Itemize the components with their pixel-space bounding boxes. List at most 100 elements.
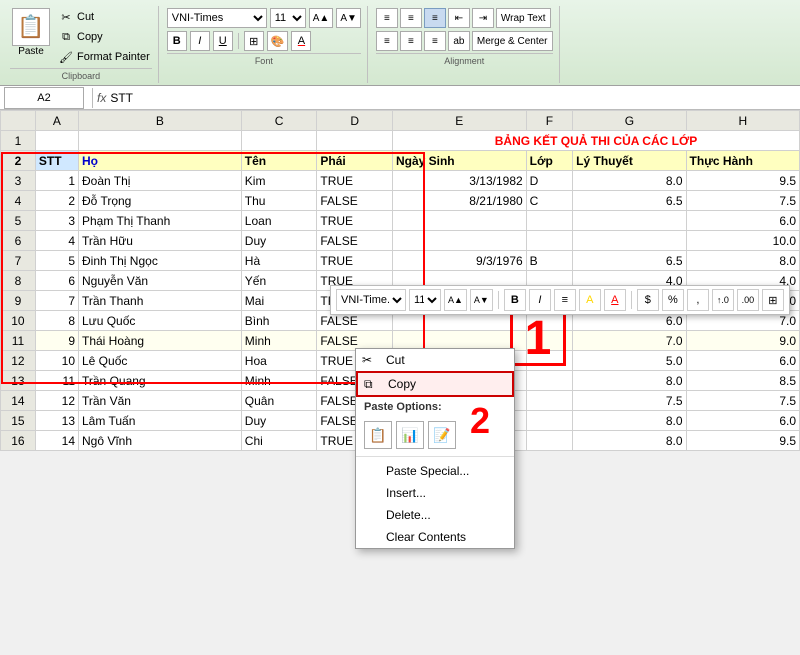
cell-c10[interactable]: Bình [241,311,317,331]
formula-input[interactable]: STT [110,91,800,105]
cell-d5[interactable]: TRUE [317,211,393,231]
cell-a4[interactable]: 2 [35,191,78,211]
cell-f7[interactable]: B [526,251,573,271]
cell-c2[interactable]: Tên [241,151,317,171]
align-top-right-button[interactable]: ≡ [424,8,446,28]
cell-a3[interactable]: 1 [35,171,78,191]
indent-increase-button[interactable]: ⇥ [472,8,494,28]
cell-d1[interactable] [317,131,393,151]
cell-h6[interactable]: 10.0 [686,231,799,251]
cell-c8[interactable]: Yến [241,271,317,291]
cell-b14[interactable]: Trần Văn [79,391,242,411]
col-header-h[interactable]: H [686,111,799,131]
cell-g5[interactable] [573,211,686,231]
cell-a6[interactable]: 4 [35,231,78,251]
mini-dec-decimal-button[interactable]: ↑.0 [712,289,734,311]
mini-font-color-button[interactable]: A [604,289,626,311]
cell-a10[interactable]: 8 [35,311,78,331]
cell-h12[interactable]: 6.0 [686,351,799,371]
cell-c11[interactable]: Minh [241,331,317,351]
cell-e5[interactable] [392,211,526,231]
paste-button[interactable]: 📋 Paste [10,8,52,57]
cell-g16[interactable]: 8.0 [573,431,686,451]
mini-inc-decimal-button[interactable]: .00 [737,289,759,311]
cell-f16[interactable] [526,431,573,451]
cell-a5[interactable]: 3 [35,211,78,231]
cell-f5[interactable] [526,211,573,231]
ctx-copy[interactable]: ⧉ Copy [356,371,514,397]
cell-b12[interactable]: Lê Quốc [79,351,242,371]
cell-g13[interactable]: 8.0 [573,371,686,391]
cell-f3[interactable]: D [526,171,573,191]
cell-h7[interactable]: 8.0 [686,251,799,271]
cell-e4[interactable]: 8/21/1980 [392,191,526,211]
borders-button[interactable]: ⊞ [244,31,264,51]
cell-e6[interactable] [392,231,526,251]
align-top-left-button[interactable]: ≡ [376,8,398,28]
cell-a2[interactable]: STT [35,151,78,171]
cell-b6[interactable]: Trần Hữu [79,231,242,251]
ctx-clear-contents[interactable]: Clear Contents [356,526,514,548]
cell-d7[interactable]: TRUE [317,251,393,271]
ctx-cut[interactable]: ✂ Cut [356,349,514,371]
cell-f6[interactable] [526,231,573,251]
align-center-button[interactable]: ≡ [400,31,422,51]
mini-bold-button[interactable]: B [504,289,526,311]
cell-a16[interactable]: 14 [35,431,78,451]
cell-a7[interactable]: 5 [35,251,78,271]
cell-g7[interactable]: 6.5 [573,251,686,271]
cell-h11[interactable]: 9.0 [686,331,799,351]
cell-f15[interactable] [526,411,573,431]
cell-c1[interactable] [241,131,317,151]
cell-d3[interactable]: TRUE [317,171,393,191]
ctx-insert[interactable]: Insert... [356,482,514,504]
mini-format-button[interactable]: ⊞ [762,289,784,311]
underline-button[interactable]: U [213,31,233,51]
cell-a11[interactable]: 9 [35,331,78,351]
cell-a15[interactable]: 13 [35,411,78,431]
cell-c6[interactable]: Duy [241,231,317,251]
cell-g2[interactable]: Lý Thuyết [573,151,686,171]
cell-h14[interactable]: 7.5 [686,391,799,411]
cell-b10[interactable]: Lưu Quốc [79,311,242,331]
mini-comma-button[interactable]: , [687,289,709,311]
cell-f14[interactable] [526,391,573,411]
cell-g15[interactable]: 8.0 [573,411,686,431]
wrap-text-button[interactable]: Wrap Text [496,8,551,28]
cell-g4[interactable]: 6.5 [573,191,686,211]
cell-b7[interactable]: Đinh Thị Ngọc [79,251,242,271]
cell-h13[interactable]: 8.5 [686,371,799,391]
mini-increase-font[interactable]: A▲ [444,289,467,311]
font-name-select[interactable]: VNI-Times [167,8,267,28]
mini-italic-button[interactable]: I [529,289,551,311]
orient-button[interactable]: ab [448,31,470,51]
mini-decrease-font[interactable]: A▼ [470,289,493,311]
cell-h5[interactable]: 6.0 [686,211,799,231]
cell-h15[interactable]: 6.0 [686,411,799,431]
cell-b13[interactable]: Trần Quang [79,371,242,391]
cell-e2[interactable]: Ngày Sinh [392,151,526,171]
cell-e1-title[interactable]: BẢNG KẾT QUẢ THI CỦA CÁC LỚP [392,131,799,151]
cell-d4[interactable]: FALSE [317,191,393,211]
paste-opt-3[interactable]: 📝 [428,421,456,449]
ctx-delete[interactable]: Delete... [356,504,514,526]
cell-f13[interactable] [526,371,573,391]
cell-g3[interactable]: 8.0 [573,171,686,191]
cell-b5[interactable]: Phạm Thị Thanh [79,211,242,231]
cell-g14[interactable]: 7.5 [573,391,686,411]
increase-font-button[interactable]: A▲ [309,8,334,28]
cell-a12[interactable]: 10 [35,351,78,371]
paste-opt-2[interactable]: 📊 [396,421,424,449]
fill-color-button[interactable]: 🎨 [267,31,289,51]
cell-a8[interactable]: 6 [35,271,78,291]
copy-button[interactable]: ⧉ Copy [56,28,152,46]
cell-b3[interactable]: Đoàn Thị [79,171,242,191]
cell-d2[interactable]: Phái [317,151,393,171]
cell-g6[interactable] [573,231,686,251]
cell-b9[interactable]: Trần Thanh [79,291,242,311]
cell-f2[interactable]: Lớp [526,151,573,171]
cell-c4[interactable]: Thu [241,191,317,211]
cell-a13[interactable]: 11 [35,371,78,391]
cell-h4[interactable]: 7.5 [686,191,799,211]
decrease-font-button[interactable]: A▼ [336,8,361,28]
